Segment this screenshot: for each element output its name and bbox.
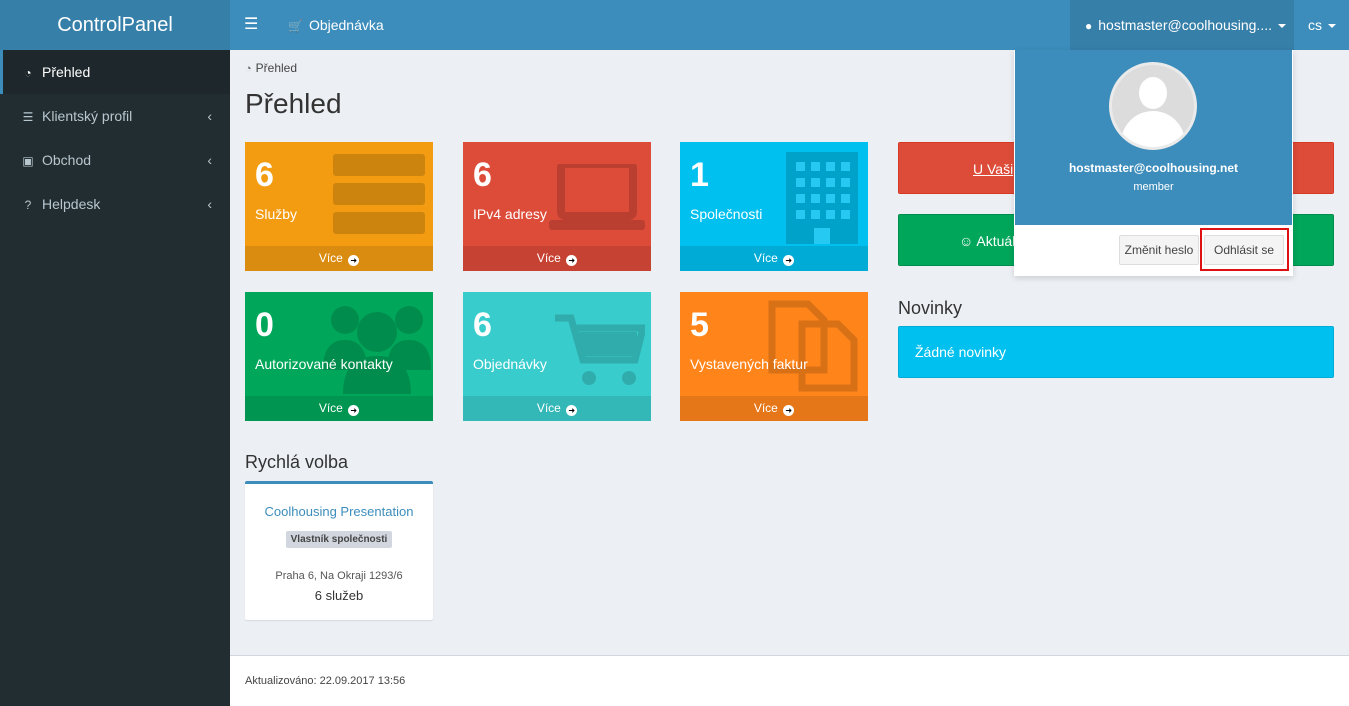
dashboard-icon: ◔ [24, 66, 32, 80]
files-icon [768, 300, 860, 395]
tile-faktury: 5 Vystavených faktur Více ➜ [680, 292, 868, 421]
tile-more-link[interactable]: Více ➜ [245, 246, 433, 271]
chevron-left-icon: ‹ [207, 196, 212, 212]
arrow-circle-right-icon: ➜ [783, 255, 795, 266]
tile-sluzby: 6 Služby Více ➜ [245, 142, 433, 271]
sidebar: ◔ Přehled ☰ Klientský profil ‹ ▣ Obchod ‹ ?… [0, 50, 230, 706]
sidebar-item-label: Klientský profil [42, 108, 133, 124]
breadcrumb-item[interactable]: Přehled [256, 61, 297, 75]
company-name-link[interactable]: Coolhousing Presentation [245, 504, 433, 519]
arrow-circle-right-icon: ➜ [566, 405, 578, 416]
user-role: member [1133, 181, 1174, 193]
change-password-button[interactable]: Změnit heslo [1119, 235, 1199, 265]
quick-heading: Rychlá volba [245, 452, 349, 472]
footer: Aktualizováno: 22.09.2017 13:56 [230, 655, 1349, 706]
arrow-circle-right-icon: ➜ [348, 255, 360, 266]
tile-kontakty: 0 Autorizované kontakty Více ➜ [245, 292, 433, 421]
caret-down-icon [1328, 24, 1336, 29]
tile-more-link[interactable]: Více ➜ [463, 396, 651, 421]
service-count: 6 služeb [314, 588, 364, 603]
user-email: hostmaster@coolhousing.net [1068, 161, 1239, 175]
laptop-icon [549, 160, 645, 235]
cart-icon: 🛒 [288, 19, 303, 33]
dashboard-icon: ◔ [245, 63, 252, 75]
brand-logo[interactable]: ControlPanel [0, 0, 230, 50]
company-card[interactable]: Coolhousing Presentation Vlastník společ… [245, 481, 433, 620]
user-menu-label: hostmaster@coolhousing.... [1098, 17, 1272, 33]
tile-more-link[interactable]: Více ➜ [245, 396, 433, 421]
user-icon: ● [1085, 19, 1093, 33]
breadcrumb: ◔ Přehled [245, 61, 297, 75]
cart-icon [555, 312, 648, 391]
sidebar-item-obchod[interactable]: ▣ Obchod ‹ [0, 138, 230, 182]
users-icon [323, 298, 431, 397]
language-selector[interactable]: cs [1308, 0, 1336, 50]
arrow-circle-right-icon: ➜ [783, 405, 795, 416]
tile-number: 6 [473, 306, 492, 344]
logout-highlight [1200, 228, 1289, 271]
sidebar-item-klientsky-profil[interactable]: ☰ Klientský profil ‹ [0, 94, 230, 138]
money-icon: ▣ [22, 154, 34, 168]
tile-more-link[interactable]: Více ➜ [463, 246, 651, 271]
role-badge: Vlastník společnosti [285, 531, 393, 548]
updated-timestamp: Aktualizováno: 22.09.2017 13:56 [245, 675, 406, 687]
more-label: Více [753, 401, 778, 415]
tile-label: Objednávky [473, 356, 547, 372]
user-header: hostmaster@coolhousing.net member [1015, 50, 1292, 225]
list-icon: ☰ [22, 110, 34, 124]
update-button-label: ☺ Aktuál [959, 233, 1016, 249]
tile-label: Vystavených faktur [690, 356, 808, 372]
tile-label: IPv4 adresy [473, 206, 547, 222]
tile-more-link[interactable]: Více ➜ [680, 246, 868, 271]
sidebar-item-label: Obchod [42, 152, 92, 168]
more-label: Více [318, 401, 343, 415]
more-label: Více [536, 401, 561, 415]
avatar [1109, 62, 1197, 150]
alert-button-label: U Vaši [973, 161, 1014, 177]
tile-ipv4: 6 IPv4 adresy Více ➜ [463, 142, 651, 271]
caret-down-icon [1278, 24, 1286, 29]
language-label: cs [1308, 17, 1322, 33]
news-empty-box: Žádné novinky [898, 326, 1334, 378]
tile-objednavky: 6 Objednávky Více ➜ [463, 292, 651, 421]
order-label: Objednávka [308, 17, 384, 33]
tile-number: 1 [690, 156, 709, 194]
tile-number: 6 [473, 156, 492, 194]
sidebar-item-helpdesk[interactable]: ? Helpdesk ‹ [0, 182, 230, 226]
tile-number: 0 [255, 306, 274, 344]
building-icon [786, 152, 858, 247]
more-label: Více [753, 251, 778, 265]
top-navbar: ☰ 🛒 Objednávka ● hostmaster@coolhousing...… [230, 0, 1349, 50]
tile-label: Autorizované kontakty [255, 356, 393, 372]
tile-spolecnosti: 1 Společnosti Více ➜ [680, 142, 868, 271]
tile-label: Společnosti [690, 206, 763, 222]
order-link[interactable]: 🛒 Objednávka [288, 0, 384, 51]
user-menu-toggle[interactable]: ● hostmaster@coolhousing.... [1070, 0, 1294, 50]
server-icon [333, 154, 425, 237]
tile-number: 5 [690, 306, 709, 344]
tile-more-link[interactable]: Více ➜ [680, 396, 868, 421]
sidebar-item-label: Helpdesk [42, 196, 101, 212]
sidebar-item-label: Přehled [42, 64, 91, 80]
news-heading: Novinky [898, 298, 963, 318]
tile-number: 6 [255, 156, 274, 194]
arrow-circle-right-icon: ➜ [348, 405, 360, 416]
tile-label: Služby [255, 206, 298, 222]
chevron-left-icon: ‹ [207, 108, 212, 124]
page-title: Přehled [245, 88, 342, 119]
more-label: Více [536, 251, 561, 265]
sidebar-item-prehled[interactable]: ◔ Přehled [0, 50, 230, 94]
more-label: Více [318, 251, 343, 265]
arrow-circle-right-icon: ➜ [566, 255, 578, 266]
sidebar-toggle-icon[interactable]: ☰ [244, 0, 258, 50]
company-address: Praha 6, Na Okraji 1293/6 [275, 570, 403, 582]
chevron-left-icon: ‹ [207, 152, 212, 168]
question-icon: ? [24, 198, 32, 212]
